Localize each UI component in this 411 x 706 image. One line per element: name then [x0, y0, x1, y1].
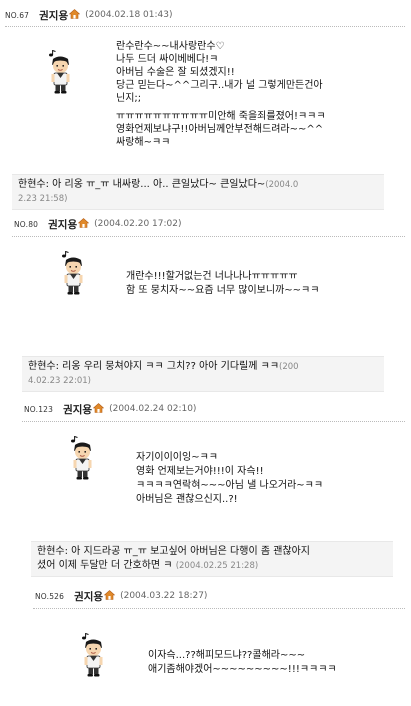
divider [33, 608, 405, 609]
divider [12, 236, 405, 237]
avatar [47, 50, 73, 94]
reply-text: 한현수: 리옹 우리 뭉쳐야지 ㅋㅋ 그치?? 아아 기다릴께 ㅋㅋ [28, 361, 280, 372]
message-line: 싸랑해~ㅋㅋ [116, 137, 171, 148]
home-icon[interactable] [93, 403, 104, 413]
reply-date: (2004.02.25 21:28) [175, 561, 259, 571]
message-line: 나두 드더 싸이베베다!ㅋ [116, 54, 219, 65]
post-date: (2004.02.24 02:10) [109, 404, 197, 414]
avatar [69, 436, 95, 480]
home-icon[interactable] [78, 218, 89, 228]
message-line: 닌지;; [116, 93, 142, 104]
reply-date: 2.23 21:58) [18, 194, 68, 204]
avatar [80, 633, 106, 677]
comment-reply: 한현수: 아 지드라공 ㅠ_ㅠ 보고싶어 아버님은 다행이 좀 괜찮아지 셨어 … [31, 541, 393, 577]
reply-text: 한현수: 아 리옹 ㅠ_ㅠ 내싸랑... 아.. 큰일났다~ 큰일났다~ [18, 179, 266, 190]
post-number: NO.526 [35, 591, 65, 601]
comment-reply: 한현수: 리옹 우리 뭉쳐야지 ㅋㅋ 그치?? 아아 기다릴께 ㅋㅋ(200 4… [22, 356, 384, 392]
post-header: NO.67 권지용 (2004.02.18 01:43) [5, 5, 172, 25]
post-date: (2004.02.18 01:43) [85, 10, 173, 20]
post-date: (2004.03.22 18:27) [120, 591, 208, 601]
message-line: 당근 믿는다~^^그리구..내가 널 그렇게만든건아 [116, 80, 323, 91]
post-header: NO.526 권지용 (2004.03.22 18:27) [35, 586, 207, 606]
message-line: 영화언제보냐구!!아버님께안부전해드려라~~^^ [116, 124, 324, 135]
guestbook-post: NO.80 권지용 (2004.02.20 17:02) 개란수!!!할거없는건… [0, 213, 411, 398]
reply-date: (2004.0 [265, 180, 299, 190]
reply-date: 4.02.23 22:01) [28, 376, 91, 386]
author-name[interactable]: 권지용 [48, 217, 77, 232]
post-header: NO.123 권지용 (2004.02.24 02:10) [24, 399, 196, 419]
guestbook-post: NO.123 권지용 (2004.02.24 02:10) 자기이이이잉~ㅋㅋ … [0, 398, 411, 583]
author-name[interactable]: 권지용 [39, 8, 68, 23]
message-line: ㅠㅠㅠㅠㅠㅠㅠㅠㅠㅠ미안해 죽을죄를졌어!ㅋㅋㅋ [116, 111, 326, 122]
message-line: 란수란수~~내사랑란수♡ [116, 41, 225, 52]
divider [22, 421, 405, 422]
reply-text: 한현수: 아 지드라공 ㅠ_ㅠ 보고싶어 아버님은 다행이 좀 괜찮아지 [37, 546, 310, 557]
message-line: 아버님 수술은 잘 되셨겠지!! [116, 67, 235, 78]
home-icon[interactable] [69, 9, 80, 19]
message-line: 이자슥...??해피모드냐??콜해라~~~ [148, 650, 306, 661]
author-name[interactable]: 권지용 [74, 589, 103, 604]
post-date: (2004.02.20 17:02) [94, 219, 182, 229]
message-line: 영화 언제보는거야!!!이 자슥!! [136, 466, 264, 477]
post-header: NO.80 권지용 (2004.02.20 17:02) [14, 214, 181, 234]
reply-text: 셨어 이제 두달만 더 간호하면 ㅋ [37, 560, 173, 571]
message-line: 자기이이이잉~ㅋㅋ [136, 452, 218, 463]
message-line: 개란수!!!할거없는건 너나나나ㅠㅠㅠㅠㅠ [126, 271, 298, 282]
message-line: 애기좀해야겠어~~~~~~~~~!!!ㅋㅋㅋㅋ [148, 664, 337, 675]
reply-date: (200 [279, 362, 299, 372]
guestbook-post: NO.526 권지용 (2004.03.22 18:27) 이자슥...??해피… [0, 585, 411, 706]
comment-reply: 한현수: 아 리옹 ㅠ_ㅠ 내싸랑... 아.. 큰일났다~ 큰일났다~(200… [12, 174, 384, 210]
avatar [60, 251, 86, 295]
guestbook-post: NO.67 권지용 (2004.02.18 01:43) 란수란수~~내사랑란수… [0, 0, 411, 215]
post-number: NO.80 [14, 219, 39, 229]
message-line: 함 또 뭉치자~~요즘 너무 많이보니까~~ㅋㅋ [126, 285, 320, 296]
message-line: ㅋㅋㅋㅋ연락혀~~~아님 낼 나오거라~ㅋㅋ [136, 480, 324, 491]
message-line: 아버님은 괜찮으신지..?! [136, 494, 238, 505]
post-number: NO.67 [5, 10, 30, 20]
author-name[interactable]: 권지용 [63, 402, 92, 417]
post-number: NO.123 [24, 404, 54, 414]
home-icon[interactable] [104, 590, 115, 600]
divider [5, 26, 405, 27]
